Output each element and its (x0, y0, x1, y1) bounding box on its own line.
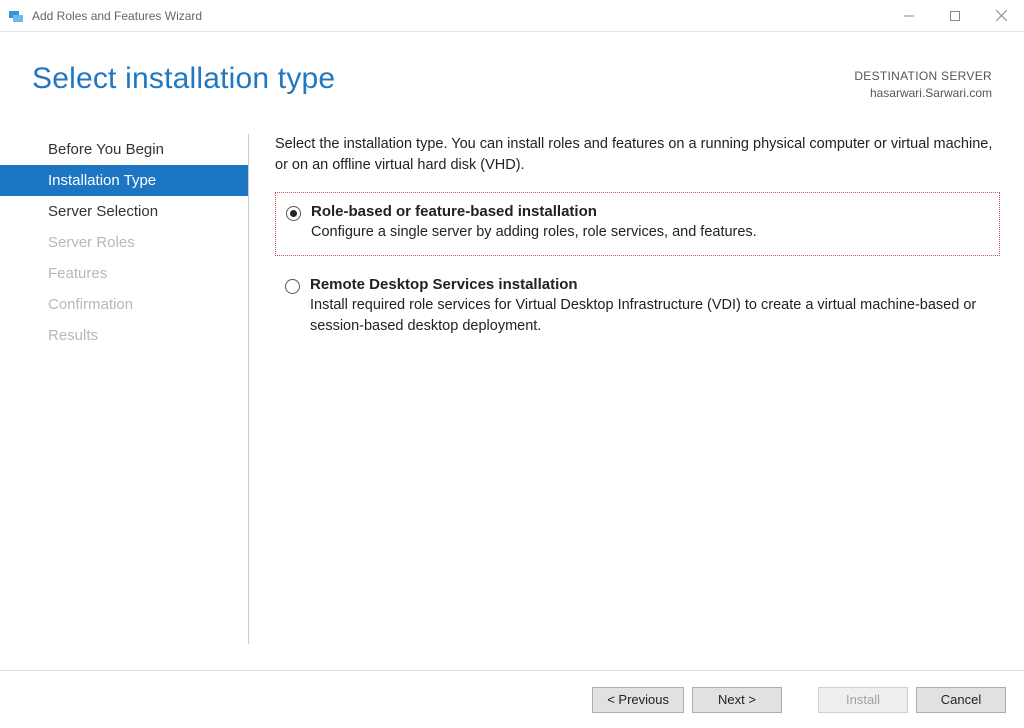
sidebar-item-confirmation: Confirmation (0, 289, 248, 320)
radio-role-based[interactable] (286, 206, 301, 221)
wizard-sidebar: Before You Begin Installation Type Serve… (0, 126, 248, 652)
body: Before You Begin Installation Type Serve… (0, 126, 1024, 652)
minimize-button[interactable] (886, 0, 932, 31)
option-desc: Configure a single server by adding role… (311, 222, 987, 243)
content-pane: Select the installation type. You can in… (249, 126, 1024, 652)
option-remote-desktop[interactable]: Remote Desktop Services installation Ins… (275, 266, 1000, 349)
sidebar-item-before-you-begin[interactable]: Before You Begin (0, 134, 248, 165)
sidebar-item-results: Results (0, 320, 248, 351)
option-title: Role-based or feature-based installation (311, 203, 987, 220)
option-text: Remote Desktop Services installation Ins… (310, 276, 988, 337)
page-title: Select installation type (32, 62, 335, 96)
option-desc: Install required role services for Virtu… (310, 295, 988, 337)
previous-button[interactable]: < Previous (592, 687, 684, 713)
close-button[interactable] (978, 0, 1024, 31)
header: Select installation type DESTINATION SER… (0, 32, 1024, 126)
footer: < Previous Next > Install Cancel (0, 670, 1024, 728)
sidebar-item-server-roles: Server Roles (0, 227, 248, 258)
sidebar-item-server-selection[interactable]: Server Selection (0, 196, 248, 227)
destination-label: DESTINATION SERVER (854, 68, 992, 85)
intro-text: Select the installation type. You can in… (275, 134, 1000, 176)
window-controls (886, 0, 1024, 31)
titlebar-left: Add Roles and Features Wizard (8, 8, 202, 24)
maximize-button[interactable] (932, 0, 978, 31)
radio-remote-desktop[interactable] (285, 279, 300, 294)
destination-value: hasarwari.Sarwari.com (854, 85, 992, 102)
option-text: Role-based or feature-based installation… (311, 203, 987, 243)
install-button: Install (818, 687, 908, 713)
titlebar: Add Roles and Features Wizard (0, 0, 1024, 32)
option-role-based[interactable]: Role-based or feature-based installation… (275, 192, 1000, 256)
server-manager-icon (8, 8, 24, 24)
destination-block: DESTINATION SERVER hasarwari.Sarwari.com (854, 68, 992, 102)
next-button[interactable]: Next > (692, 687, 782, 713)
window-title: Add Roles and Features Wizard (32, 9, 202, 23)
sidebar-item-installation-type[interactable]: Installation Type (0, 165, 248, 196)
option-title: Remote Desktop Services installation (310, 276, 988, 293)
sidebar-item-features: Features (0, 258, 248, 289)
cancel-button[interactable]: Cancel (916, 687, 1006, 713)
